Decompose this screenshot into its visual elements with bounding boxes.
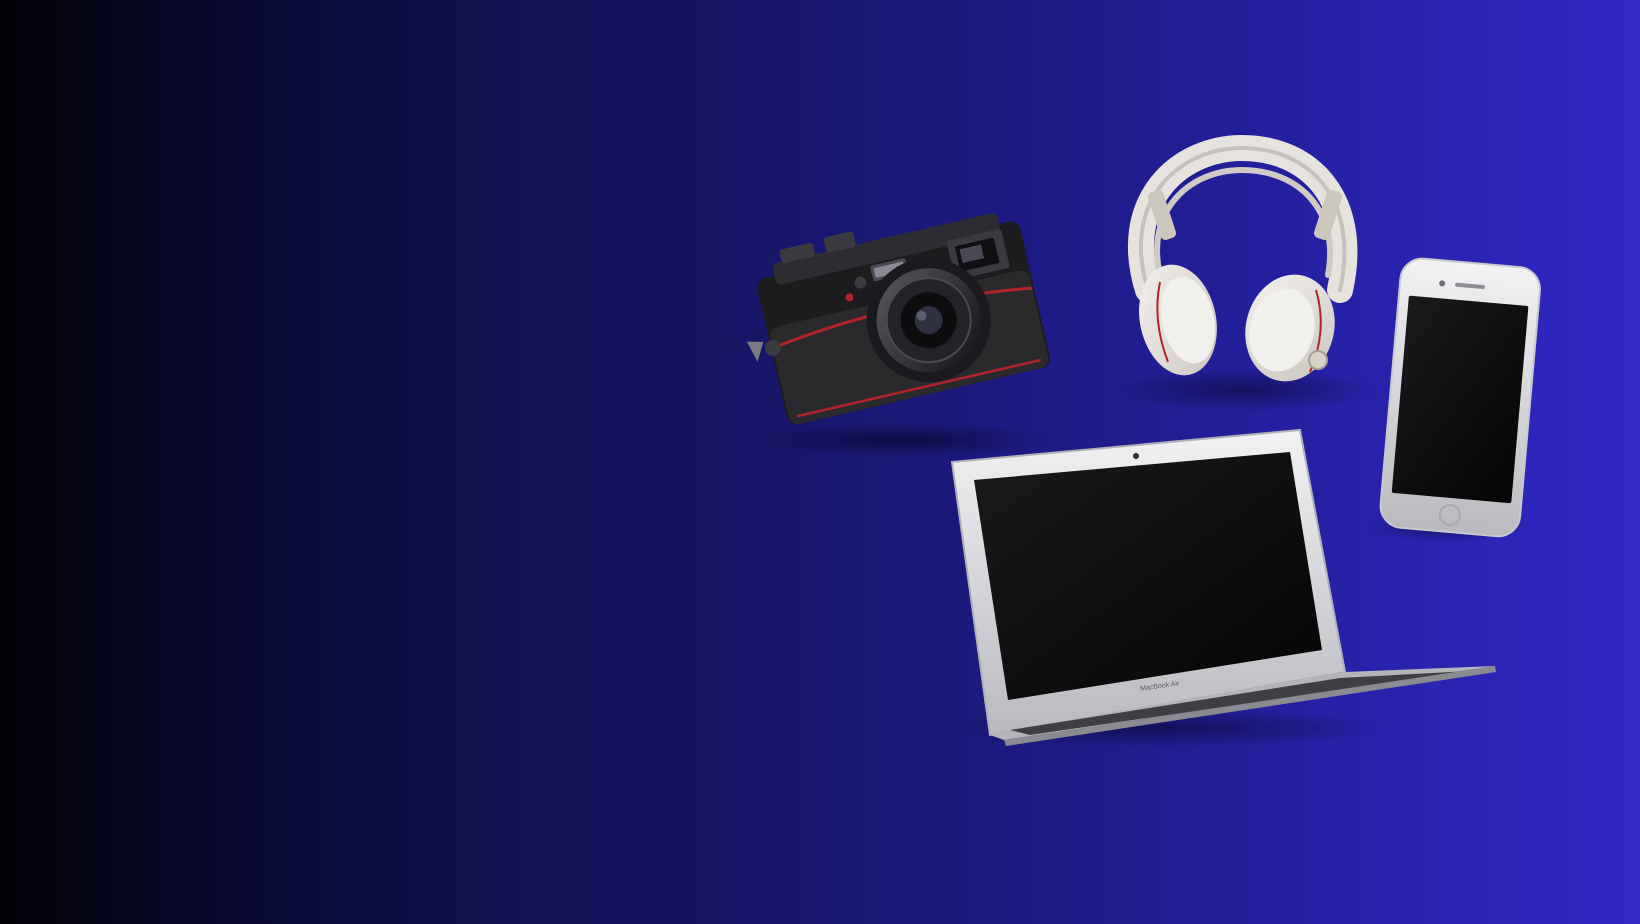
camera-icon	[746, 213, 1055, 458]
product-collage: MacBook Air	[746, 134, 1541, 748]
smartphone-icon	[1370, 257, 1541, 542]
headphones-icon	[1115, 134, 1375, 412]
hero-banner: MacBook Air	[0, 0, 1640, 924]
